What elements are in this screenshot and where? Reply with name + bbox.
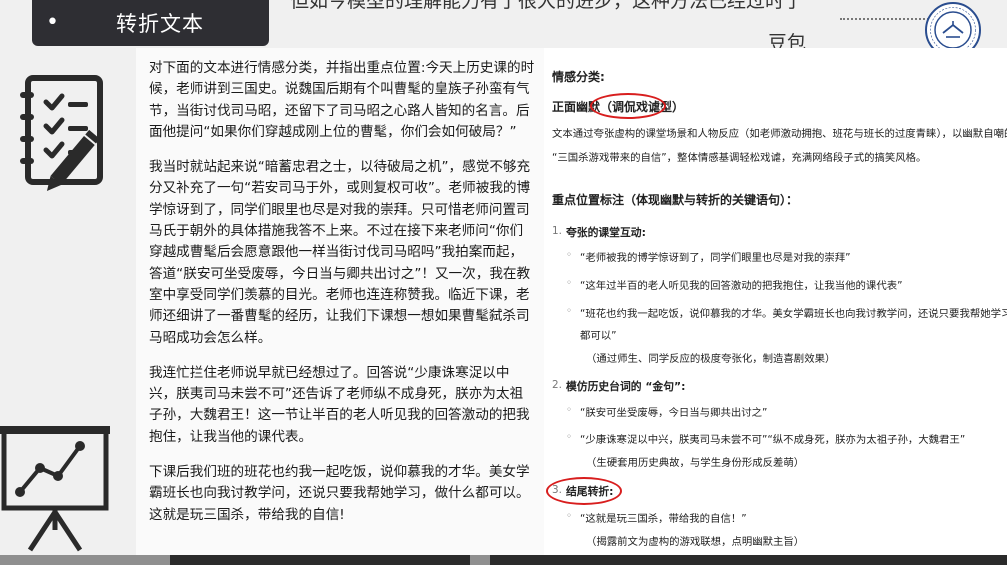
- section-number: 2.: [552, 379, 562, 391]
- highlight-circle: [546, 477, 622, 505]
- quote-line: “老师被我的博学惊讶到了，同学们眼里也尽是对我的崇拜”: [580, 252, 851, 264]
- input-paragraph-4: 下课后我们班的班花也约我一起吃饭，说仰慕我的才华。美女学霸班长也向我讨教学问，还…: [149, 464, 530, 502]
- top-cut-text: 但如今模型的理解能力有了很大的进步，这种方法已经过时了: [290, 0, 930, 10]
- bullet: ◦: [566, 510, 573, 522]
- note-line: （生硬套用历史典故，与学生身份形成反差萌）: [586, 457, 805, 469]
- quote-line: 都可以”: [580, 330, 617, 342]
- input-paragraph-1: 对下面的文本进行情感分类，并指出重点位置:今天上历史课的时候，老师讲到三国史。说…: [149, 60, 535, 140]
- input-paragraph-5: 这就是玩三国杀，带给我的自信!: [149, 506, 345, 523]
- chart-presentation-icon: [0, 426, 110, 552]
- input-paragraph-3: 我连忙拦住老师说早就已经想过了。回答说“少康诛寒浞以中兴，朕夷司马未尝不可”还告…: [149, 364, 530, 445]
- slide-bottom-bar: [0, 555, 1007, 565]
- quote-line: “朕安可坐受废辱，今日当与卿共出讨之”: [580, 407, 768, 419]
- bullet: ◦: [566, 305, 573, 317]
- bar-segment: [470, 555, 490, 565]
- checklist-icon: [20, 75, 103, 192]
- section-title: 夸张的课堂互动:: [566, 226, 646, 239]
- quote-line: “少康诛寒浞以中兴，朕夷司马未尝不可”“纵不成身死，朕亦为太祖子孙，大魏君王”: [580, 434, 966, 446]
- desc-line-1: 文本通过夸张虚构的课堂场景和人物反应（如老师激动拥抱、班花与班长的过度青睐），以…: [552, 128, 1007, 140]
- note-line: （揭露前文为虚构的游戏联想，点明幽默主旨）: [586, 536, 805, 548]
- section-title: 模仿历史台词的 “金句”:: [566, 380, 686, 393]
- bar-segment: [0, 555, 170, 565]
- bullet: ◦: [566, 404, 573, 416]
- bullet: ◦: [566, 431, 573, 443]
- input-text-panel: 对下面的文本进行情感分类，并指出重点位置:今天上历史课的时候，老师讲到三国史。说…: [136, 48, 544, 555]
- bullet: ◦: [566, 249, 573, 261]
- section-header: • 转折文本: [32, 0, 269, 46]
- note-line: （通过师生、同学反应的极度夸张化，制造喜剧效果）: [586, 353, 836, 365]
- highlight-circle: [590, 93, 666, 119]
- quote-line: “这年过半百的老人听见我的回答激动的把我抱住，让我当他的课代表”: [580, 280, 903, 292]
- key-title: 重点位置标注（体现幽默与转折的关键语句）：: [552, 193, 799, 207]
- section-number: 1.: [552, 225, 562, 237]
- emotion-title: 情感分类:: [552, 70, 605, 84]
- quote-line: “班花也约我一起吃饭，说仰慕我的才华。美女学霸班长也向我讨教学问，还说只要我帮她…: [580, 308, 1007, 320]
- desc-line-2: “三国杀游戏带来的自信”，整体情感基调轻松戏谑，充满网络段子式的搞笑风格。: [552, 152, 927, 164]
- response-panel: 情感分类: 正面幽默（调侃戏谑型） 文本通过夸张虚构的课堂场景和人物反应（如老师…: [544, 48, 1007, 555]
- bullet-dot: •: [46, 10, 59, 35]
- section-title: 转折文本: [116, 12, 204, 36]
- bullet: ◦: [566, 277, 573, 289]
- quote-line: “这就是玩三国杀，带给我的自信！”: [580, 513, 747, 525]
- input-paragraph-2: 我当时就站起来说“暗蓄忠君之士，以待破局之机”，感觉不够充分又补充了一句“若安司…: [149, 159, 531, 346]
